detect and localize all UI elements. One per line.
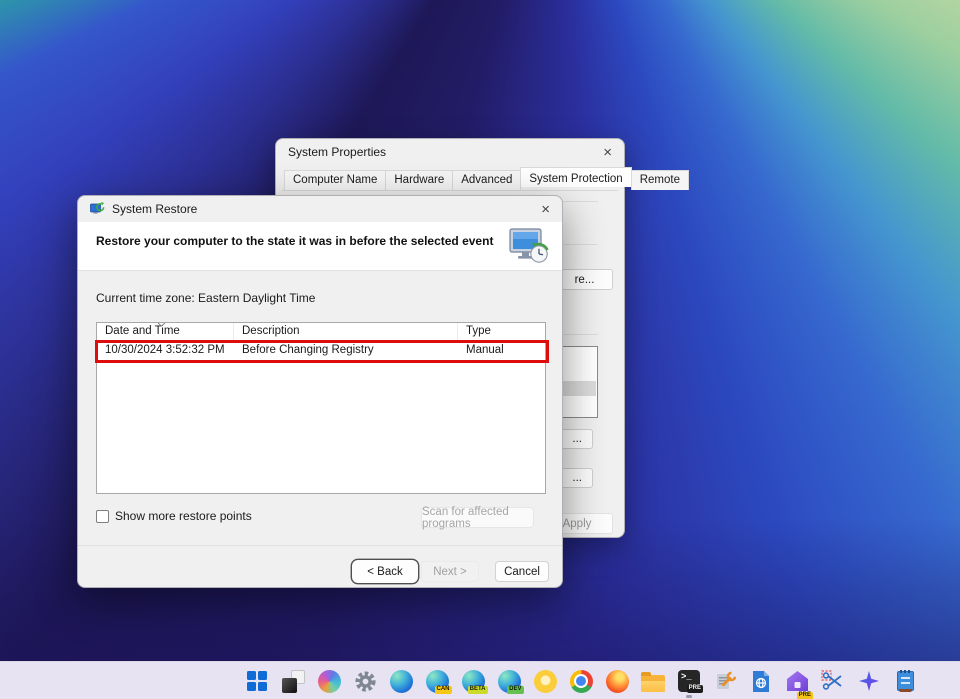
show-more-restore-points[interactable]: Show more restore points [96,509,252,523]
wrench-clipboard-icon [714,670,736,692]
system-restore-titlebar[interactable]: System Restore × [78,196,562,222]
beta-badge: BETA [468,686,488,694]
copilot-button[interactable] [311,663,347,699]
tab-hardware[interactable]: Hardware [385,170,453,190]
dev-home-icon [786,670,809,692]
checkbox-label: Show more restore points [115,509,252,523]
terminal-preview-button[interactable]: >_ PRE [671,663,707,699]
preview-badge: PRE [687,685,703,693]
firefox-button[interactable] [599,663,635,699]
checkbox[interactable] [96,510,109,523]
scan-affected-programs-button[interactable]: Scan for affected programs [421,507,534,528]
system-properties-titlebar[interactable]: System Properties × [276,139,624,165]
task-view-icon [282,670,305,693]
footer-divider [78,545,562,546]
dev-home-button[interactable]: PRE [779,663,815,699]
cell-type: Manual [458,341,545,360]
task-view-button[interactable] [275,663,311,699]
system-restore-dialog: System Restore × Restore your computer t… [77,195,563,588]
tab-remote[interactable]: Remote [631,170,689,190]
dev-tools-button[interactable] [707,663,743,699]
copilot-icon [318,670,341,693]
sort-chevron-icon [157,322,166,327]
taskbar: CAN BETA DEV >_ PRE [0,661,960,699]
system-restore-title: System Restore [112,202,197,216]
system-restore-button-partial[interactable]: re... [556,269,613,290]
taskbar-icon-row: CAN BETA DEV >_ PRE [239,663,923,699]
snipping-tool-button[interactable] [815,663,851,699]
restore-points-table[interactable]: Date and Time Description Type 10/30/202… [96,322,546,494]
sparkle-icon [859,671,879,691]
dev-badge: DEV [507,686,523,694]
edge-beta-button[interactable]: BETA [455,663,491,699]
cell-description: Before Changing Registry [234,341,458,360]
web-document-icon [751,670,771,693]
wizard-header: Restore your computer to the state it wa… [78,222,562,271]
wizard-heading: Restore your computer to the state it wa… [96,234,516,248]
firefox-icon [606,670,629,693]
chrome-canary-button[interactable] [527,663,563,699]
web-document-button[interactable] [743,663,779,699]
notepad-button[interactable] [887,663,923,699]
column-header-type[interactable]: Type [458,323,545,340]
table-header-row: Date and Time Description Type [97,323,545,341]
next-button[interactable]: Next > [421,561,479,582]
canary-badge: CAN [435,686,452,694]
copilot-sparkle-button[interactable] [851,663,887,699]
system-properties-tabstrip: Computer Name Hardware Advanced System P… [284,170,688,190]
timezone-label: Current time zone: Eastern Daylight Time [96,291,315,305]
system-properties-title: System Properties [288,145,386,159]
close-icon[interactable]: × [603,145,612,160]
chrome-canary-icon [534,670,557,693]
running-indicator [686,695,692,698]
edge-canary-button[interactable]: CAN [419,663,455,699]
gear-icon [354,670,377,693]
system-restore-monitor-icon [508,227,550,267]
tab-system-protection[interactable]: System Protection [520,167,631,187]
edge-icon [390,670,413,693]
chrome-icon [570,670,593,693]
edge-dev-button[interactable]: DEV [491,663,527,699]
back-button[interactable]: < Back [353,561,417,582]
column-header-description[interactable]: Description [234,323,458,340]
tab-advanced[interactable]: Advanced [452,170,521,190]
cancel-button[interactable]: Cancel [495,561,549,582]
close-icon[interactable]: × [541,202,550,217]
settings-button[interactable] [347,663,383,699]
start-button[interactable] [239,663,275,699]
edge-button[interactable] [383,663,419,699]
terminal-icon: >_ PRE [678,670,700,692]
scissors-icon [821,670,845,692]
folder-icon [641,675,665,692]
edge-dev-icon: DEV [498,670,521,693]
system-restore-icon [90,202,105,216]
restore-point-row[interactable]: 10/30/2024 3:52:32 PM Before Changing Re… [97,341,545,360]
tabstrip-underline [282,190,618,191]
windows-logo-icon [247,671,267,691]
edge-canary-icon: CAN [426,670,449,693]
cell-date: 10/30/2024 3:52:32 PM [97,341,234,360]
file-explorer-button[interactable] [635,663,671,699]
chrome-button[interactable] [563,663,599,699]
preview-badge: PRE [797,692,813,699]
tab-computer-name[interactable]: Computer Name [284,170,386,190]
notepad-icon [897,671,914,691]
edge-beta-icon: BETA [462,670,485,693]
